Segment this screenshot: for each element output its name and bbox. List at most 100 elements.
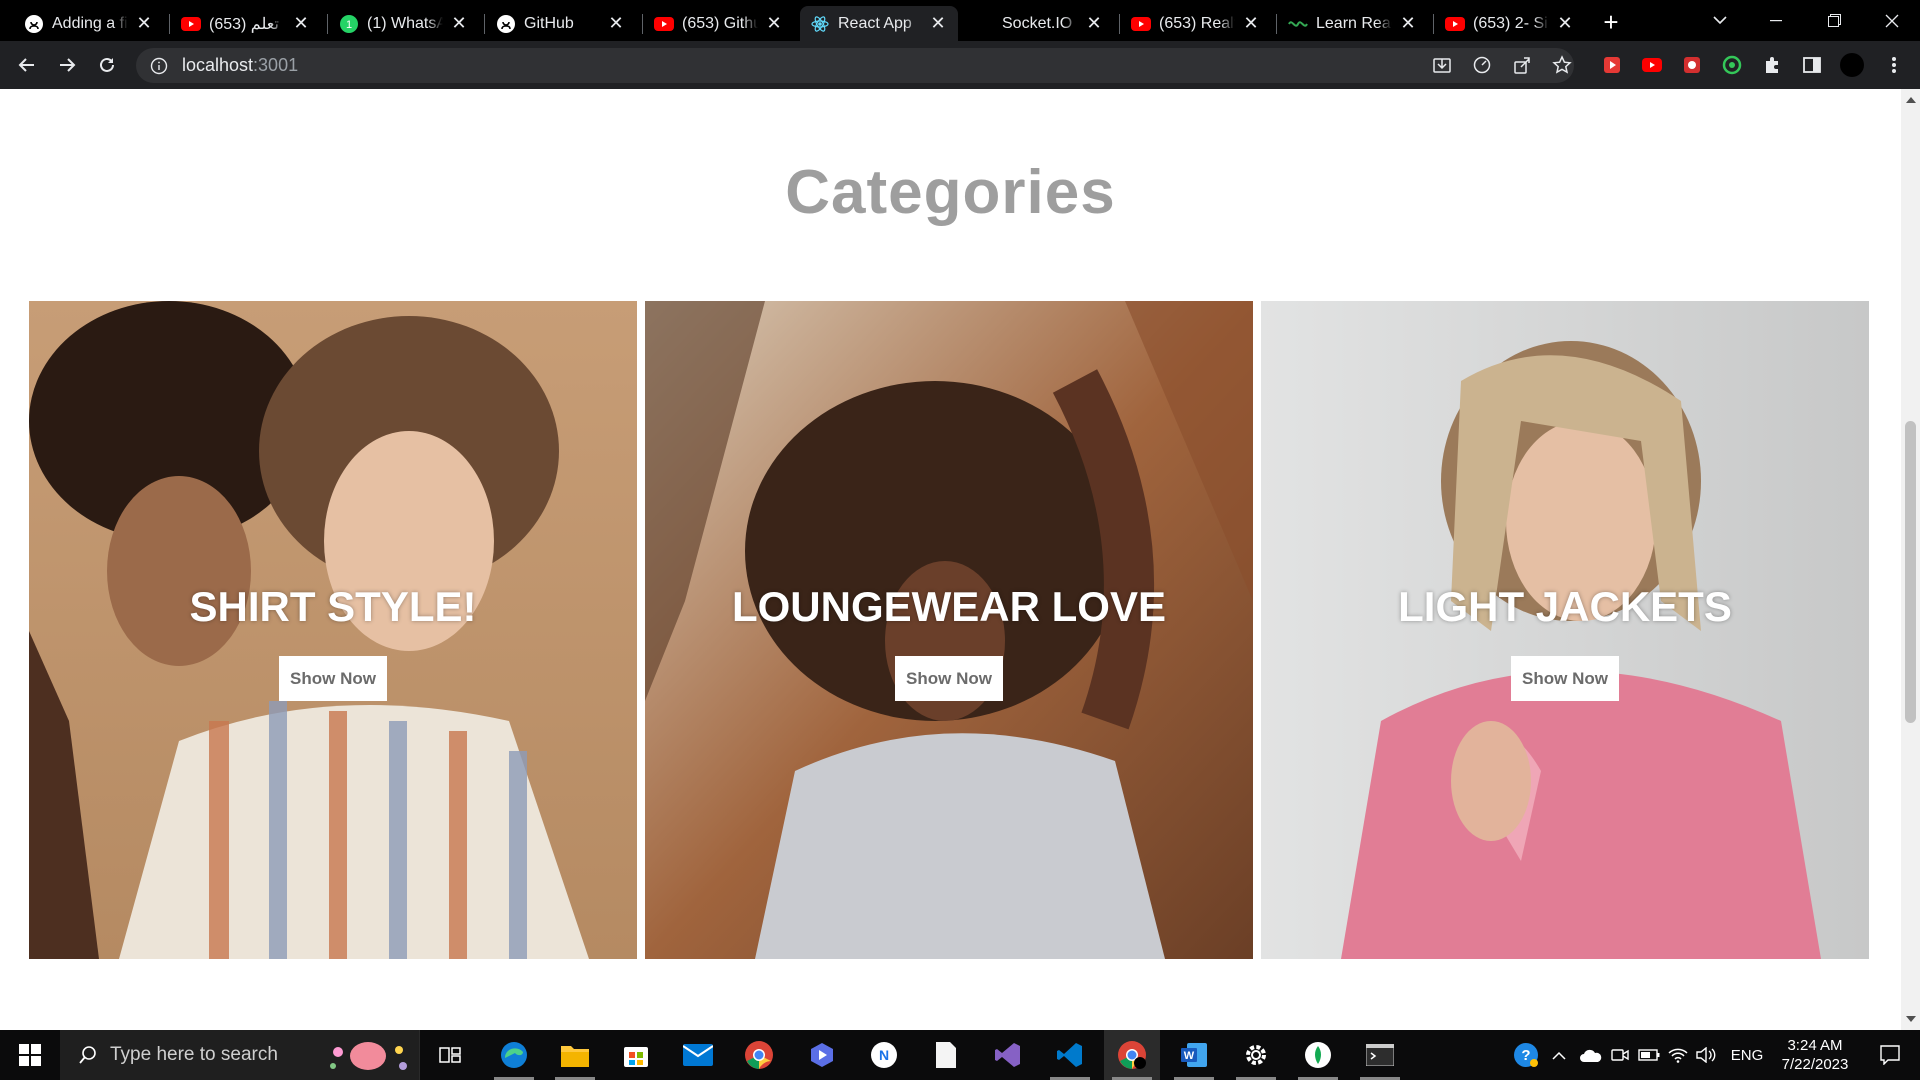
learnreact-icon <box>1288 14 1308 34</box>
notification-center-icon[interactable] <box>1868 1030 1912 1080</box>
clock[interactable]: 3:24 AM 7/22/2023 <box>1770 1036 1860 1074</box>
windows-taskbar: Type here to search N W ? ENG 3:24 AM 7/… <box>0 1030 1920 1080</box>
close-icon[interactable]: ✕ <box>291 13 311 34</box>
search-icon <box>79 1046 96 1064</box>
category-title: SHIRT STYLE! <box>189 583 477 630</box>
performance-icon[interactable] <box>1470 53 1494 77</box>
tab-adding-a-file[interactable]: Adding a fil ✕ <box>14 6 164 41</box>
tab-socketio[interactable]: Socket.IO ✕ <box>964 6 1114 41</box>
extension-green-ring-icon[interactable] <box>1720 53 1744 77</box>
scrollbar-thumb[interactable] <box>1905 421 1916 723</box>
url-text: localhost:3001 <box>182 55 298 76</box>
help-icon[interactable]: ? <box>1510 1030 1542 1080</box>
chrome-menu-icon[interactable] <box>1882 53 1906 77</box>
github-icon <box>496 14 516 34</box>
wifi-icon[interactable] <box>1666 1030 1690 1080</box>
mongodb-compass-icon[interactable] <box>1290 1030 1346 1080</box>
tab-label: (653) Realti <box>1159 14 1235 32</box>
tab-label: Learn React <box>1316 14 1392 32</box>
scroll-up-arrow-icon[interactable] <box>1906 97 1916 103</box>
extensions-puzzle-icon[interactable] <box>1760 53 1784 77</box>
tab-github[interactable]: GitHub ✕ <box>486 6 636 41</box>
close-icon[interactable]: ✕ <box>928 13 948 34</box>
close-icon[interactable]: ✕ <box>1398 13 1418 34</box>
tab-whatsapp[interactable]: 1 (1) WhatsAp ✕ <box>329 6 479 41</box>
language-indicator[interactable]: ENG <box>1724 1030 1770 1080</box>
terminal-icon[interactable] <box>1352 1030 1408 1080</box>
tab-youtube-1[interactable]: تعلم (653) ✕ <box>171 6 321 41</box>
settings-gear-icon[interactable] <box>1228 1030 1284 1080</box>
page-viewport: Categories SHIRT STYLE! Show Now LOUNGEW… <box>0 89 1901 1030</box>
close-icon[interactable]: ✕ <box>449 13 469 34</box>
close-icon[interactable]: ✕ <box>606 13 626 34</box>
extension-red-app-icon[interactable] <box>1680 53 1704 77</box>
tab-youtube-realtime[interactable]: (653) Realti ✕ <box>1121 6 1271 41</box>
new-tab-button[interactable]: + <box>1597 7 1625 37</box>
show-now-button[interactable]: Show Now <box>895 656 1003 701</box>
profile-avatar[interactable] <box>1840 53 1864 77</box>
search-highlight-brain-icon <box>330 1042 407 1070</box>
edge-icon[interactable] <box>486 1030 542 1080</box>
tray-overflow-chevron-icon[interactable] <box>1548 1030 1570 1080</box>
tab-separator <box>1119 14 1120 34</box>
forward-arrow-icon[interactable] <box>52 50 82 80</box>
show-now-button[interactable]: Show Now <box>1511 656 1619 701</box>
word-icon[interactable]: W <box>1166 1030 1222 1080</box>
svg-text:?: ? <box>1521 1047 1530 1064</box>
power-automate-icon[interactable] <box>794 1030 850 1080</box>
battery-icon[interactable] <box>1636 1030 1662 1080</box>
tab-label: GitHub <box>524 14 574 32</box>
category-card-loungewear-love[interactable]: LOUNGEWEAR LOVE Show Now <box>645 301 1253 959</box>
address-bar[interactable]: localhost:3001 <box>136 48 1574 83</box>
app-n-circle-icon[interactable]: N <box>856 1030 912 1080</box>
share-icon[interactable] <box>1510 53 1534 77</box>
scroll-down-arrow-icon[interactable] <box>1906 1016 1916 1022</box>
site-info-icon[interactable] <box>150 57 168 75</box>
close-window-button[interactable] <box>1864 0 1920 41</box>
task-view-icon[interactable] <box>422 1030 478 1080</box>
extension-youtube-icon[interactable] <box>1640 53 1664 77</box>
reload-icon[interactable] <box>92 50 122 80</box>
tab-youtube-github[interactable]: (653) Githul ✕ <box>644 6 794 41</box>
category-card-light-jackets[interactable]: LIGHT JACKETS Show Now <box>1261 301 1869 959</box>
chrome-dev-icon[interactable] <box>1104 1030 1160 1080</box>
close-icon[interactable]: ✕ <box>134 13 154 34</box>
restore-button[interactable] <box>1806 0 1862 41</box>
category-card-shirt-style[interactable]: SHIRT STYLE! Show Now <box>29 301 637 959</box>
tab-search-chevron-icon[interactable] <box>1692 0 1748 41</box>
notepad-icon[interactable] <box>918 1030 974 1080</box>
tab-label: Adding a fil <box>52 14 128 32</box>
url-port: :3001 <box>253 55 299 75</box>
taskbar-search-box[interactable]: Type here to search <box>60 1030 420 1080</box>
svg-text:N: N <box>879 1047 889 1063</box>
mail-icon[interactable] <box>670 1030 726 1080</box>
close-icon[interactable]: ✕ <box>1084 13 1104 34</box>
onedrive-cloud-icon[interactable] <box>1576 1030 1606 1080</box>
tab-react-app[interactable]: React App ✕ <box>800 6 958 41</box>
show-now-button[interactable]: Show Now <box>279 656 387 701</box>
visual-studio-icon[interactable] <box>980 1030 1036 1080</box>
page-scrollbar[interactable] <box>1901 89 1920 1030</box>
file-explorer-icon[interactable] <box>547 1030 603 1080</box>
meet-now-icon[interactable] <box>1608 1030 1632 1080</box>
volume-icon[interactable] <box>1694 1030 1718 1080</box>
extension-red-play-icon[interactable] <box>1600 53 1624 77</box>
bookmark-star-icon[interactable] <box>1550 53 1574 77</box>
install-app-icon[interactable] <box>1430 53 1454 77</box>
tab-youtube-2[interactable]: (653) 2- Sin ✕ <box>1435 6 1585 41</box>
back-arrow-icon[interactable] <box>12 50 42 80</box>
minimize-button[interactable] <box>1748 0 1804 41</box>
vscode-icon[interactable] <box>1042 1030 1098 1080</box>
socketio-icon <box>974 14 994 34</box>
tab-label: Socket.IO <box>1002 14 1073 32</box>
tab-separator <box>327 14 328 34</box>
close-icon[interactable]: ✕ <box>1241 13 1261 34</box>
microsoft-store-icon[interactable] <box>608 1030 664 1080</box>
windows-start-icon[interactable] <box>0 1030 60 1080</box>
close-icon[interactable]: ✕ <box>764 13 784 34</box>
chrome-icon[interactable] <box>731 1030 787 1080</box>
close-icon[interactable]: ✕ <box>1555 13 1575 34</box>
side-panel-icon[interactable] <box>1800 53 1824 77</box>
search-placeholder: Type here to search <box>110 1044 278 1065</box>
tab-learn-react[interactable]: Learn React ✕ <box>1278 6 1428 41</box>
